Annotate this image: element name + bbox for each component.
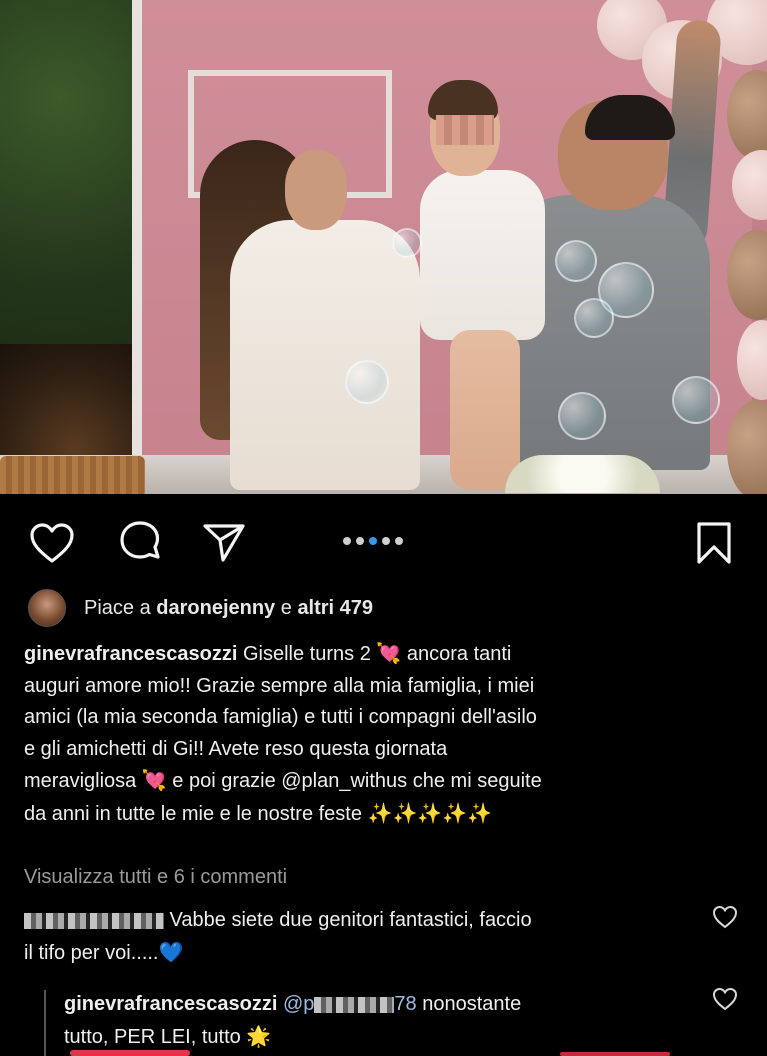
sparkles-emoji-icon: ✨✨✨✨✨ <box>367 800 493 825</box>
redacted-username <box>24 912 164 929</box>
star-emoji-icon: 🌟 <box>246 1024 272 1048</box>
post-caption: ginevrafrancescasozzi Giselle turns 2 💘 … <box>24 638 724 830</box>
face-blur <box>436 115 494 145</box>
heart-emoji-icon: 💘 <box>141 768 167 792</box>
woman-face <box>285 150 347 230</box>
woman-dress <box>230 220 420 490</box>
carousel-dot <box>382 537 390 545</box>
heart-outline-icon[interactable] <box>28 519 76 567</box>
avatar[interactable] <box>28 589 66 627</box>
post-action-bar <box>0 505 767 575</box>
reply-username[interactable]: ginevrafrancescasozzi <box>64 993 277 1015</box>
comment: Vabbe siete due genitori fantastici, fac… <box>24 909 532 964</box>
heart-emoji-icon: 💘 <box>376 641 402 665</box>
liker-username[interactable]: daronejenny <box>156 597 275 619</box>
carousel-dot <box>395 537 403 545</box>
likes-others-count[interactable]: altri 479 <box>297 597 373 619</box>
soap-bubble <box>392 228 422 258</box>
caption-line: amici (la mia seconda famiglia) e tutti … <box>24 706 537 728</box>
mention-link[interactable]: @p 78 <box>277 993 417 1015</box>
caption-username[interactable]: ginevrafrancescasozzi <box>24 643 237 665</box>
child-dress <box>420 170 545 340</box>
soap-bubble <box>345 360 389 404</box>
redacted-mention <box>314 996 395 1013</box>
soap-bubble <box>672 376 720 424</box>
comment-reply: ginevrafrancescasozzi @p 78 nonostante tu… <box>64 993 522 1048</box>
carousel-dot <box>356 537 364 545</box>
next-element-peek <box>70 1050 190 1056</box>
bookmark-icon[interactable] <box>690 519 738 567</box>
likes-text: Piace a daronejenny e altri 479 <box>84 596 374 619</box>
caption-line: auguri amore mio!! Grazie sempre alla mi… <box>24 674 535 697</box>
caption-line: e gli amichetti di Gi!! Avete reso quest… <box>24 737 448 760</box>
paper-plane-icon[interactable] <box>200 519 248 567</box>
post-image[interactable] <box>0 0 767 494</box>
soap-bubble <box>558 392 606 440</box>
likes-summary[interactable]: Piace a daronejenny e altri 479 <box>28 588 373 628</box>
background-foliage <box>0 0 150 494</box>
carousel-indicator <box>343 537 403 547</box>
child-legs <box>450 330 520 490</box>
flower-arrangement <box>505 455 660 493</box>
soap-bubble <box>574 298 614 338</box>
carousel-dot-active <box>369 537 377 545</box>
next-element-peek <box>560 1052 670 1056</box>
reply-like-heart-icon[interactable] <box>712 987 738 1013</box>
comment-bubble-icon[interactable] <box>116 519 164 567</box>
carousel-dot <box>343 537 351 545</box>
view-all-comments-link[interactable]: Visualizza tutti e 6 i commenti <box>24 866 287 889</box>
comment-like-heart-icon[interactable] <box>712 905 738 931</box>
wicker-basket <box>0 456 145 494</box>
soap-bubble <box>555 240 597 282</box>
blue-heart-emoji-icon: 💙 <box>158 940 184 964</box>
reply-thread-line <box>44 990 46 1056</box>
